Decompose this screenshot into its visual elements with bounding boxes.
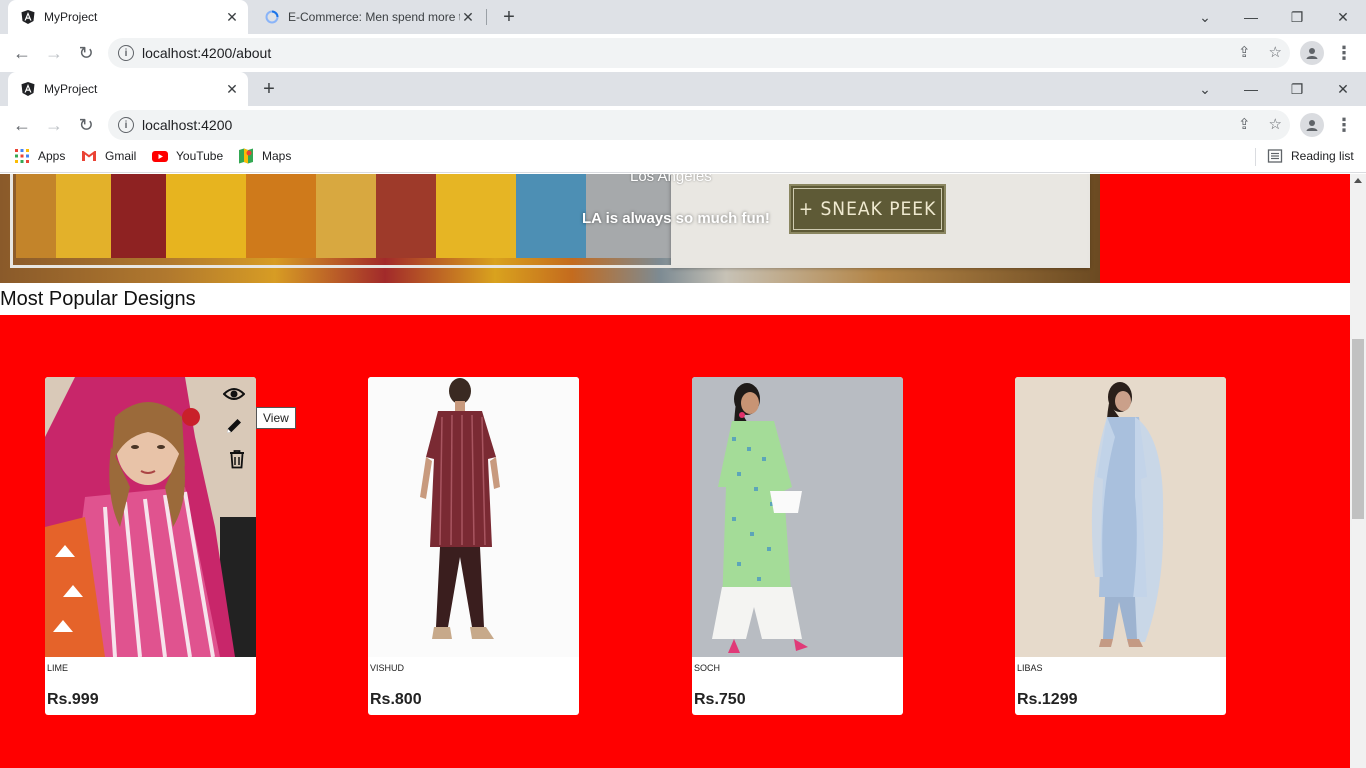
bookmark-gmail[interactable]: Gmail bbox=[81, 148, 136, 164]
new-tab-plus-icon[interactable]: + bbox=[495, 0, 523, 34]
back-tabstrip: MyProject ✕ E-Commerce: Men spend more t… bbox=[0, 0, 1366, 34]
back-arrow-icon[interactable]: ← bbox=[8, 111, 36, 139]
bookmark-star-icon[interactable]: ☆ bbox=[1269, 115, 1282, 133]
close-icon[interactable]: ✕ bbox=[224, 9, 240, 25]
view-tooltip: View bbox=[256, 407, 296, 429]
restore-icon[interactable]: ❐ bbox=[1274, 72, 1320, 106]
product-image[interactable] bbox=[692, 377, 903, 657]
bookmark-maps[interactable]: Maps bbox=[238, 148, 291, 164]
url-text[interactable]: localhost:4200 bbox=[142, 117, 232, 133]
product-brand: LIBAS bbox=[1017, 663, 1043, 673]
gmail-icon bbox=[81, 148, 97, 164]
bookmarks-bar: Apps Gmail YouTube Maps Reading list bbox=[0, 140, 1366, 173]
product-price: Rs.750 bbox=[694, 691, 746, 708]
maps-icon bbox=[238, 148, 254, 164]
apps-grid-icon bbox=[14, 148, 30, 164]
window-close-icon[interactable]: ✕ bbox=[1320, 0, 1366, 34]
address-bar[interactable]: i localhost:4200 ⇪ ☆ bbox=[108, 110, 1290, 140]
minimize-icon[interactable]: — bbox=[1228, 0, 1274, 34]
bookmark-label: Maps bbox=[262, 149, 292, 163]
site-info-icon[interactable]: i bbox=[118, 117, 134, 133]
bookmarks-divider bbox=[1255, 148, 1256, 166]
url-text[interactable]: localhost:4200/about bbox=[142, 45, 271, 61]
product-price: Rs.1299 bbox=[1017, 691, 1078, 708]
front-toolbar: ← → ↻ i localhost:4200 ⇪ ☆ ⋮ bbox=[0, 106, 1366, 144]
product-card[interactable]: VISHUD Rs.800 bbox=[368, 377, 579, 715]
product-price: Rs.800 bbox=[370, 691, 422, 708]
profile-avatar-icon[interactable] bbox=[1300, 41, 1324, 65]
forward-arrow-icon[interactable]: → bbox=[40, 111, 68, 139]
share-icon[interactable]: ⇪ bbox=[1238, 43, 1251, 61]
tab-title: MyProject bbox=[44, 10, 98, 24]
forward-arrow-icon[interactable]: → bbox=[40, 39, 68, 67]
reload-icon[interactable]: ↻ bbox=[72, 39, 100, 67]
share-icon[interactable]: ⇪ bbox=[1238, 115, 1251, 133]
tab-search-chevron-icon[interactable]: ⌄ bbox=[1182, 0, 1228, 34]
tab-title: E-Commerce: Men spend more th bbox=[288, 10, 460, 24]
site-info-icon[interactable]: i bbox=[118, 45, 134, 61]
loading-spinner-icon bbox=[264, 9, 280, 25]
reload-icon[interactable]: ↻ bbox=[72, 111, 100, 139]
back-toolbar: ← → ↻ i localhost:4200/about ⇪ ☆ ⋮ bbox=[0, 34, 1366, 72]
product-brand: VISHUD bbox=[370, 663, 405, 673]
page-viewport: Los Angeles LA is always so much fun! + … bbox=[0, 174, 1350, 768]
tab-title: MyProject bbox=[44, 82, 98, 96]
scroll-up-arrow-icon[interactable] bbox=[1354, 178, 1362, 183]
product-image[interactable] bbox=[368, 377, 579, 657]
product-image[interactable] bbox=[1015, 377, 1226, 657]
close-icon[interactable]: ✕ bbox=[460, 9, 476, 25]
back-tab-myproject[interactable]: MyProject ✕ bbox=[8, 0, 248, 34]
profile-avatar-icon[interactable] bbox=[1300, 113, 1324, 137]
front-tabstrip: MyProject ✕ + ⌄ — ❐ ✕ bbox=[0, 72, 1366, 106]
menu-kebab-icon[interactable]: ⋮ bbox=[1334, 39, 1354, 67]
bookmark-youtube[interactable]: YouTube bbox=[152, 148, 223, 164]
back-arrow-icon[interactable]: ← bbox=[8, 39, 36, 67]
tab-search-chevron-icon[interactable]: ⌄ bbox=[1182, 72, 1228, 106]
pencil-icon[interactable] bbox=[221, 413, 247, 439]
product-price: Rs.999 bbox=[47, 691, 99, 708]
reading-list-button[interactable]: Reading list bbox=[1267, 148, 1354, 164]
restore-icon[interactable]: ❐ bbox=[1274, 0, 1320, 34]
address-bar[interactable]: i localhost:4200/about ⇪ ☆ bbox=[108, 38, 1290, 68]
products-section: LIME Rs.999 View VISHUD Rs.800 SOCH Rs.7… bbox=[0, 315, 1350, 768]
back-tab-ecommerce[interactable]: E-Commerce: Men spend more th ✕ bbox=[252, 0, 484, 34]
minimize-icon[interactable]: — bbox=[1228, 72, 1274, 106]
banner-tagline: LA is always so much fun! bbox=[582, 210, 770, 227]
eye-icon[interactable] bbox=[221, 381, 247, 407]
angular-icon bbox=[20, 9, 36, 25]
bookmark-star-icon[interactable]: ☆ bbox=[1269, 43, 1282, 61]
youtube-icon bbox=[152, 148, 168, 164]
sneak-peek-button[interactable]: + SNEAK PEEK bbox=[789, 184, 946, 234]
reading-list-label: Reading list bbox=[1291, 149, 1354, 163]
front-tab-myproject[interactable]: MyProject ✕ bbox=[8, 72, 248, 106]
trash-icon[interactable] bbox=[224, 446, 250, 472]
product-brand: SOCH bbox=[694, 663, 721, 673]
bookmark-apps[interactable]: Apps bbox=[14, 148, 65, 164]
window-close-icon[interactable]: ✕ bbox=[1320, 72, 1366, 106]
close-icon[interactable]: ✕ bbox=[224, 81, 240, 97]
bookmark-label: Apps bbox=[38, 149, 66, 163]
product-card[interactable]: LIBAS Rs.1299 bbox=[1015, 377, 1226, 715]
tab-divider bbox=[486, 9, 487, 25]
menu-kebab-icon[interactable]: ⋮ bbox=[1334, 111, 1354, 139]
reading-list-icon bbox=[1267, 148, 1283, 164]
hero-banner: Los Angeles LA is always so much fun! + … bbox=[0, 174, 1350, 283]
product-card[interactable]: SOCH Rs.750 bbox=[692, 377, 903, 715]
product-card[interactable]: LIME Rs.999 bbox=[45, 377, 256, 715]
bookmark-label: Gmail bbox=[105, 149, 137, 163]
new-tab-plus-icon[interactable]: + bbox=[255, 72, 283, 106]
scrollbar-thumb[interactable] bbox=[1352, 339, 1364, 519]
product-brand: LIME bbox=[47, 663, 69, 673]
angular-icon bbox=[20, 81, 36, 97]
banner-city-text: Los Angeles bbox=[630, 174, 712, 185]
bookmark-label: YouTube bbox=[176, 149, 224, 163]
section-title: Most Popular Designs bbox=[0, 288, 196, 310]
page-scrollbar[interactable] bbox=[1350, 174, 1366, 768]
